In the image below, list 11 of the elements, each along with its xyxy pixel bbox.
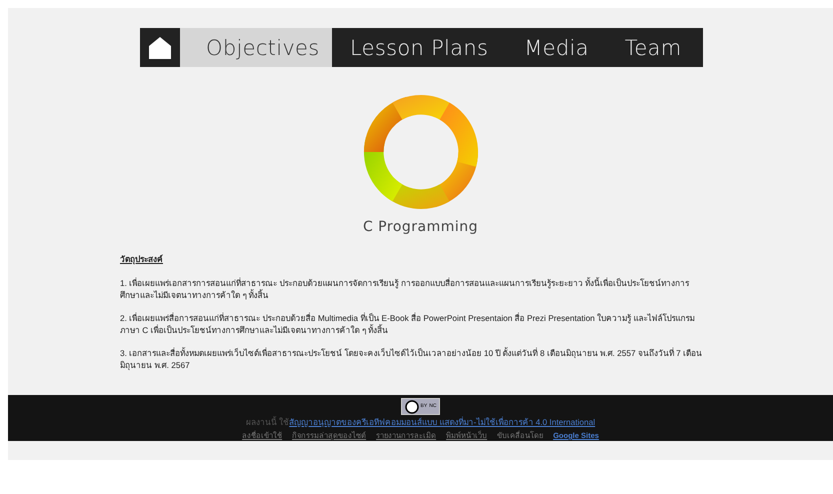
license-prefix: ผลงานนี้ ใช้ xyxy=(246,417,290,428)
cc-icon xyxy=(404,400,419,414)
paragraph: 1. เพื่อเผยแพร่เอกสารการสอนแก่ที่สาธารณะ ประกอบด้วยแผนการจัดการเรียนรู้ การออกแบบสื่อการสอนและแผนการเรียนรู้ระยะยาว ทั้งนี้เพื่อเป็นประโยชน์ทางการศึกษาและไม่มีเจตนาทางการค้าใด ๆ ทั้งสิ้น xyxy=(120,277,690,301)
logo-caption: C Programming xyxy=(362,219,478,235)
paragraph: 2. เพื่อเผยแพร่สื่อการสอนแก่ที่สาธารณะ ประกอบด้วยสื่อ Multimedia ที่เป็น E-Book สื่อ PowerPoint Presentaion สื่อ Prezi Presentation ใบความรู้ และไฟล์โปรแกรมภาษา C เพื่อเป็นประโยชน์ทางการศึกษาและไม่มีเจตนาทางการค้าใด ๆ ทั้งสิ้น xyxy=(120,312,696,336)
logo-ring-icon xyxy=(362,93,480,211)
house-icon xyxy=(148,36,172,60)
license-link[interactable]: สัญญาอนุญาตของครีเอทีฟคอมมอนส์แบบ แสดงที่มา-ไม่ใช้เพื่อการค้า 4.0 International xyxy=(289,417,596,428)
nav-tab[interactable]: Objectives xyxy=(180,28,332,67)
paragraph: 3. เอกสารและสื่อทั้งหมดเผยแพร่เว็บไซต์เพื่อสาธารณะประโยชน์ โดยจะคงเว็บไซต์ไว้เป็นเวลาอย่างน้อย 10 ปี ตั้งแต่วันที่ 8 เดือนมิถุนายน พ.ศ. 2557 จนถึงวันที่ 7 เดือนมิถุนายน พ.ศ. 2567 xyxy=(120,347,704,371)
section-heading: วัตถุประสงค์ xyxy=(120,253,164,265)
